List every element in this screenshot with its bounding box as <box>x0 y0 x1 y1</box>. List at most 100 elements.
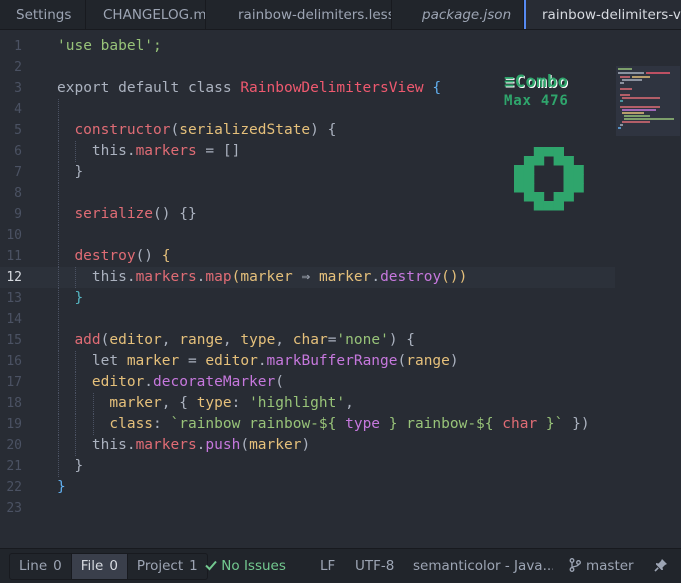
code-line[interactable]: 13} <box>0 288 615 309</box>
code-token: ( <box>397 353 407 369</box>
indent-guide <box>75 267 77 288</box>
linter-status[interactable]: No Issues <box>205 553 286 580</box>
digit-pixel <box>514 174 525 184</box>
digit-pixel <box>523 192 535 202</box>
tab-package-json[interactable]: package.json <box>392 0 524 29</box>
tab-changelog[interactable]: CHANGELOG.md <box>86 0 206 29</box>
code-token: type <box>196 395 232 411</box>
digit-pixel <box>553 147 564 157</box>
digit-pixel <box>563 192 574 202</box>
code-line[interactable]: 12 this.markers.map(marker ⇒ marker.destr… <box>0 267 615 288</box>
line-number[interactable]: 17 <box>0 372 22 393</box>
indent-guide <box>58 141 59 162</box>
minimap-line <box>620 124 623 126</box>
code-line[interactable]: 16 let marker = editor.markBufferRange(ra… <box>0 351 615 372</box>
tab-settings[interactable]: Settings <box>0 0 86 29</box>
line-number[interactable]: 2 <box>0 57 22 78</box>
code-token: serialize <box>74 206 154 222</box>
code-token: ) { <box>388 332 416 348</box>
code-token: char <box>292 332 328 348</box>
line-number[interactable]: 9 <box>0 204 22 225</box>
code-token: serializedState <box>179 122 311 138</box>
digit-pixel <box>533 201 545 211</box>
line-number[interactable]: 11 <box>0 246 22 267</box>
line-number[interactable]: 10 <box>0 225 22 246</box>
code-token: markers <box>135 437 197 453</box>
line-number[interactable]: 22 <box>0 477 22 498</box>
code-line[interactable]: 1 'use babel'; <box>0 36 615 57</box>
grammar-selector[interactable]: semanticolor - Java... <box>413 553 553 580</box>
code-token: , <box>161 332 180 348</box>
digit-pixel <box>523 165 535 175</box>
code-line[interactable]: 15 add(editor, range, type, char='none') … <box>0 330 615 351</box>
minimap-line <box>620 106 660 108</box>
code-token: marker <box>126 353 180 369</box>
line-number[interactable]: 6 <box>0 141 22 162</box>
line-number[interactable]: 8 <box>0 183 22 204</box>
line-number[interactable]: 23 <box>0 498 22 519</box>
code-line[interactable]: 19 class: `rainbow rainbow-${ type } rain… <box>0 414 615 435</box>
code-line[interactable]: 21} <box>0 456 615 477</box>
code-editor[interactable]: 1 'use babel'; 2 3 export default class Rain… <box>0 30 681 548</box>
code-token: type <box>240 332 276 348</box>
indent-guide <box>58 267 59 288</box>
code-token: ) <box>449 353 459 369</box>
code-line[interactable]: 22} <box>0 477 615 498</box>
minimap[interactable] <box>616 66 680 136</box>
minimap-line <box>622 97 660 99</box>
scope-tab-project[interactable]: Project 1 <box>128 554 207 579</box>
minimap-line <box>624 115 650 117</box>
line-number[interactable]: 18 <box>0 393 22 414</box>
line-ending[interactable]: LF <box>320 553 335 580</box>
indent-guide <box>58 435 59 456</box>
code-line[interactable]: 5 constructor(serializedState) { <box>0 120 615 141</box>
code-line[interactable]: 14 <box>0 309 615 330</box>
code-token: . <box>126 143 136 159</box>
tab-rainbow-delimiters-less[interactable]: rainbow-delimiters.less <box>206 0 392 29</box>
line-number[interactable]: 16 <box>0 351 22 372</box>
minimap-line <box>618 127 621 129</box>
code-line[interactable]: 20 this.markers.push(marker) <box>0 435 615 456</box>
line-number[interactable]: 14 <box>0 309 22 330</box>
line-number[interactable]: 5 <box>0 120 22 141</box>
line-number[interactable]: 1 <box>0 36 22 57</box>
pin-icon <box>654 559 667 572</box>
line-number[interactable]: 7 <box>0 162 22 183</box>
code-token: 'use babel'; <box>57 38 162 54</box>
file-encoding[interactable]: UTF-8 <box>355 553 394 580</box>
code-token: : <box>153 416 171 432</box>
code-line[interactable]: 18 marker, { type: 'highlight', <box>0 393 615 414</box>
line-number[interactable]: 4 <box>0 99 22 120</box>
line-number[interactable]: 19 <box>0 414 22 435</box>
digit-pixel <box>563 174 574 184</box>
code-line[interactable]: 23 <box>0 498 615 519</box>
scope-tab-file[interactable]: File 0 <box>71 554 128 579</box>
code-text: export default class RainbowDelimitersVi… <box>57 78 441 99</box>
line-number[interactable]: 3 <box>0 78 22 99</box>
line-number[interactable]: 15 <box>0 330 22 351</box>
line-number[interactable]: 20 <box>0 435 22 456</box>
line-number[interactable]: 21 <box>0 456 22 477</box>
line-number[interactable]: 12 <box>0 267 22 288</box>
indent-guide <box>58 162 59 183</box>
code-token: } <box>57 479 66 495</box>
minimap-line <box>618 68 632 70</box>
code-line[interactable]: 10 <box>0 225 615 246</box>
code-line[interactable]: 11 destroy() { <box>0 246 615 267</box>
line-number[interactable]: 13 <box>0 288 22 309</box>
digit-pixel <box>563 165 574 175</box>
code-token: . <box>144 374 154 390</box>
code-token: . <box>126 437 136 453</box>
indent-guide <box>58 393 59 414</box>
git-branch[interactable]: master <box>569 553 634 580</box>
minimap-line <box>620 100 623 102</box>
code-token: editor <box>109 332 162 348</box>
code-text: let marker = editor.markBufferRange(rang… <box>92 351 459 372</box>
code-token: push <box>205 437 241 453</box>
code-line[interactable]: 17 editor.decorateMarker( <box>0 372 615 393</box>
tab-rainbow-delimiters-view[interactable]: rainbow-delimiters-view.js <box>524 0 681 29</box>
pin-button[interactable] <box>654 553 668 580</box>
code-token: class <box>109 416 154 432</box>
digit-pixel <box>563 156 574 166</box>
scope-tab-line[interactable]: Line 0 <box>10 554 72 579</box>
